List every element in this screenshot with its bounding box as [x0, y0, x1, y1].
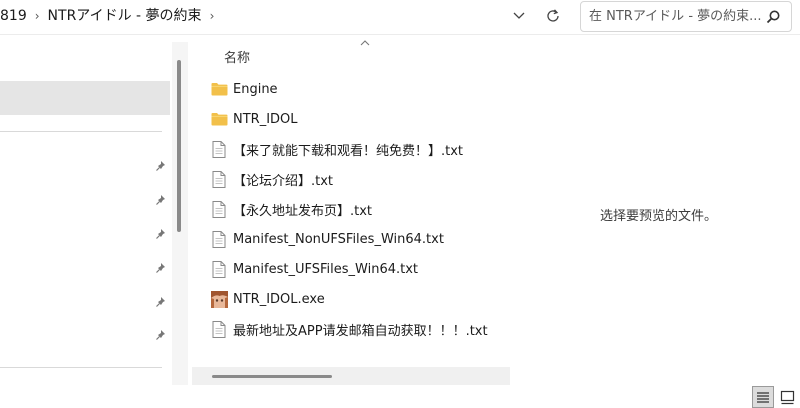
pin-icon[interactable] — [155, 296, 167, 308]
file-row[interactable]: NTR_IDOL — [210, 104, 510, 134]
file-list[interactable]: 名称 Engine NTR_IDOL 【来了就能下载和观看！纯免费！】.txt … — [192, 35, 512, 385]
search-input[interactable]: 在 NTRアイドル - 夢の約束... — [589, 2, 761, 31]
pin-icon[interactable] — [155, 228, 167, 240]
file-row[interactable]: 【永久地址发布页】.txt — [210, 194, 510, 224]
text-file-icon — [212, 200, 226, 218]
horizontal-scrollbar[interactable] — [192, 367, 510, 385]
tiles-view-icon — [780, 390, 794, 404]
text-file-icon — [212, 260, 226, 278]
file-row[interactable]: Engine — [210, 74, 510, 104]
folder-icon — [211, 113, 227, 126]
text-file-icon — [212, 230, 226, 248]
file-name: 最新地址及APP请发邮箱自动获取！！！.txt — [233, 323, 488, 339]
app-icon — [210, 290, 228, 308]
breadcrumb-separator-end[interactable]: › — [210, 0, 215, 32]
text-file-icon — [212, 320, 226, 338]
file-name: 【来了就能下载和观看！纯免费！】.txt — [233, 143, 464, 159]
large-icons-view-button[interactable] — [776, 386, 798, 408]
sort-ascending-icon — [360, 40, 370, 46]
file-name: NTR_IDOL — [233, 111, 298, 127]
column-header-name[interactable]: 名称 — [224, 47, 250, 66]
text-file-icon — [212, 170, 226, 188]
refresh-icon — [547, 9, 559, 22]
folder-icon — [211, 83, 227, 96]
details-view-icon — [757, 391, 769, 403]
search-icon[interactable] — [765, 9, 781, 25]
file-name: Manifest_NonUFSFiles_Win64.txt — [233, 231, 444, 247]
pin-icon[interactable] — [155, 194, 167, 206]
breadcrumb-segment-current[interactable]: NTRアイドル - 夢の約束 — [48, 0, 202, 32]
file-name: Manifest_UFSFiles_Win64.txt — [233, 261, 419, 277]
pin-icon[interactable] — [155, 262, 167, 274]
file-row[interactable]: 【来了就能下载和观看！纯免费！】.txt — [210, 134, 510, 164]
horizontal-scroll-thumb[interactable] — [212, 375, 332, 378]
nav-scrollbar[interactable] — [172, 42, 188, 385]
file-name: 【永久地址发布页】.txt — [233, 203, 373, 219]
file-row[interactable]: Manifest_UFSFiles_Win64.txt — [210, 254, 510, 284]
search-box[interactable]: 在 NTRアイドル - 夢の約束... — [580, 1, 792, 32]
chevron-down-icon — [513, 12, 525, 19]
file-row[interactable]: 【论坛介绍】.txt — [210, 164, 510, 194]
address-bar[interactable]: 819 › NTRアイドル - 夢の約束 › — [0, 0, 572, 34]
nav-divider — [0, 367, 162, 368]
file-name: 【论坛介绍】.txt — [233, 173, 334, 189]
nav-scroll-thumb[interactable] — [177, 60, 181, 232]
preview-message: 选择要预览的文件。 — [600, 209, 718, 224]
text-file-icon — [212, 140, 226, 158]
details-view-button[interactable] — [752, 386, 774, 408]
file-name: Engine — [233, 81, 278, 97]
nav-divider — [0, 131, 162, 132]
file-row[interactable]: Manifest_NonUFSFiles_Win64.txt — [210, 224, 510, 254]
refresh-button[interactable] — [542, 3, 564, 29]
pin-icon[interactable] — [155, 329, 167, 341]
breadcrumb: 819 › NTRアイドル - 夢の約束 › — [0, 0, 222, 34]
breadcrumb-separator: › — [34, 9, 40, 23]
file-name: NTR_IDOL.exe — [233, 291, 325, 307]
pin-icon[interactable] — [155, 160, 167, 172]
file-row[interactable]: 最新地址及APP请发邮箱自动获取！！！.txt — [210, 314, 510, 344]
navigation-pane[interactable] — [0, 35, 172, 385]
address-history-button[interactable] — [508, 3, 530, 29]
file-row[interactable]: NTR_IDOL.exe — [210, 284, 510, 314]
nav-item-selected[interactable] — [0, 81, 170, 115]
breadcrumb-segment-819[interactable]: 819 — [0, 0, 27, 32]
